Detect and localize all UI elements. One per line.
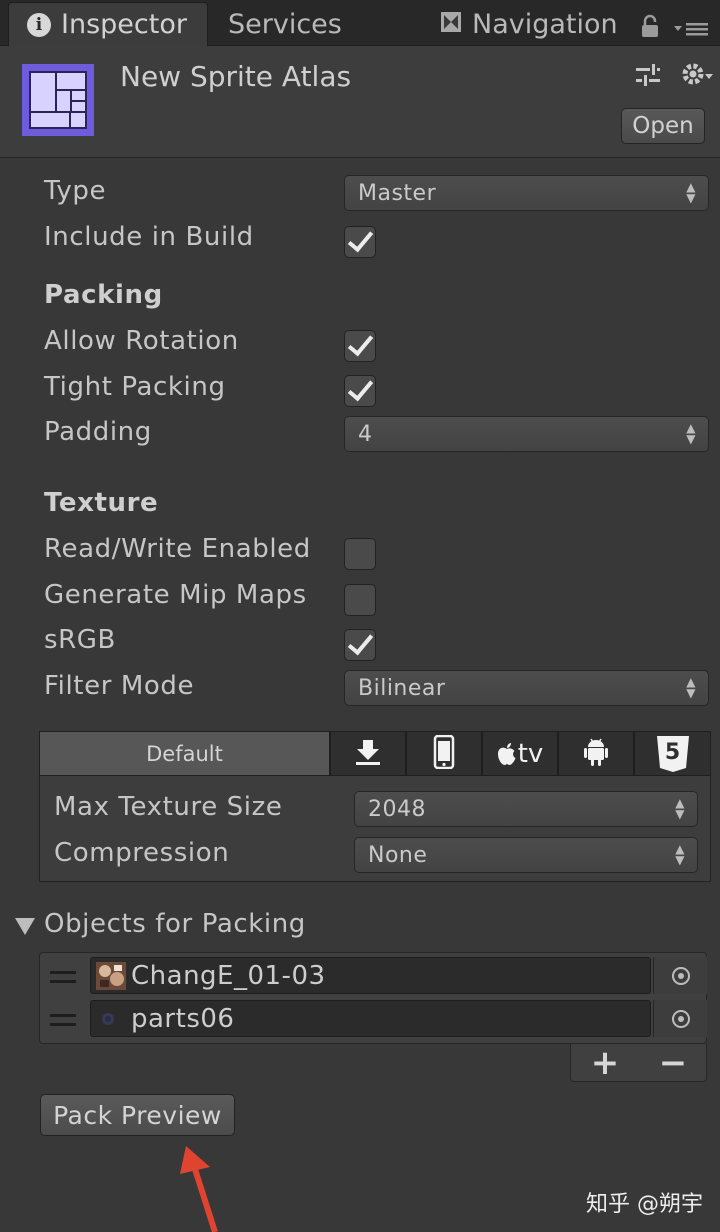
tab-services[interactable]: Services (228, 2, 342, 46)
ios-device-icon (433, 734, 455, 773)
info-icon: i (27, 12, 51, 37)
packing-heading: Packing (44, 280, 163, 310)
max-texture-size-dropdown[interactable]: 2048 ▲ ▼ (354, 791, 698, 827)
platform-tab-android[interactable] (558, 731, 634, 776)
object-picker-button[interactable] (653, 957, 707, 994)
tab-menu-icon[interactable] (674, 20, 710, 42)
object-picker-icon (671, 1009, 690, 1028)
object-picker-icon (671, 966, 690, 985)
asset-header: New Sprite Atlas Open (0, 46, 720, 158)
dropdown-arrows-icon: ▲ ▼ (686, 421, 696, 446)
dropdown-arrows-icon: ▲ ▼ (675, 796, 685, 821)
dropdown-arrows-icon: ▲ ▼ (686, 675, 696, 700)
objects-list: ChangE_01-03 parts06 (39, 952, 707, 1044)
drag-handle-icon[interactable] (50, 1014, 76, 1026)
max-texture-size-label: Max Texture Size (54, 792, 283, 822)
filter-mode-dropdown[interactable]: Bilinear ▲ ▼ (344, 670, 709, 706)
platform-tab-default-label: Default (146, 741, 223, 766)
list-item[interactable]: ChangE_01-03 (40, 955, 707, 996)
srgb-label: sRGB (44, 625, 116, 655)
android-icon (583, 737, 609, 771)
object-field[interactable]: parts06 (90, 1000, 651, 1037)
mip-maps-label: Generate Mip Maps (44, 580, 307, 610)
navigation-icon (440, 9, 462, 40)
dropdown-arrows-icon: ▲ ▼ (686, 180, 696, 205)
remove-item-button[interactable]: − (639, 1043, 707, 1083)
padding-dropdown[interactable]: 4 ▲ ▼ (344, 416, 709, 452)
list-item[interactable]: parts06 (40, 998, 707, 1039)
platform-tab-ios[interactable] (406, 731, 482, 776)
drag-handle-icon[interactable] (50, 971, 76, 983)
padding-value: 4 (358, 421, 373, 447)
platform-tab-webgl[interactable]: 5 (634, 731, 711, 776)
apple-tv-label: tv (517, 738, 544, 769)
platform-tabs: Default tv 5 (39, 731, 711, 776)
texture-heading: Texture (44, 488, 159, 518)
tab-navigation[interactable]: Navigation (440, 2, 618, 46)
include-in-build-label: Include in Build (44, 222, 254, 252)
max-texture-size-value: 2048 (368, 796, 426, 822)
download-icon (353, 737, 383, 771)
type-label: Type (44, 176, 107, 206)
platform-tab-standalone[interactable] (330, 731, 406, 776)
compression-label: Compression (54, 838, 230, 868)
tab-services-label: Services (228, 8, 342, 40)
lock-icon[interactable] (640, 14, 660, 42)
html5-label: 5 (664, 739, 681, 765)
compression-value: None (368, 842, 428, 868)
platform-tab-apple-tv[interactable]: tv (482, 731, 558, 776)
tab-inspector-label: Inspector (61, 9, 187, 40)
apple-tv-icon: tv (497, 738, 544, 769)
asset-title: New Sprite Atlas (120, 60, 352, 93)
type-value: Master (358, 180, 437, 206)
open-button[interactable]: Open (621, 108, 705, 144)
filter-mode-value: Bilinear (358, 675, 446, 701)
tab-navigation-label: Navigation (472, 8, 618, 40)
srgb-checkbox[interactable] (344, 629, 376, 661)
platform-tab-default[interactable]: Default (39, 731, 330, 776)
object-field[interactable]: ChangE_01-03 (90, 957, 651, 994)
compression-dropdown[interactable]: None ▲ ▼ (354, 837, 698, 873)
padding-label: Padding (44, 417, 152, 447)
read-write-checkbox[interactable] (344, 538, 376, 570)
pack-preview-button[interactable]: Pack Preview (40, 1094, 235, 1136)
mip-maps-checkbox[interactable] (344, 584, 376, 616)
allow-rotation-label: Allow Rotation (44, 326, 239, 356)
add-item-button[interactable]: + (571, 1043, 639, 1083)
watermark: 知乎 @朔宇 (586, 1192, 703, 1217)
filter-mode-label: Filter Mode (44, 671, 195, 701)
sprite-thumbnail-icon (102, 1013, 114, 1025)
tight-packing-checkbox[interactable] (344, 375, 376, 407)
objects-for-packing-heading[interactable]: Objects for Packing (44, 909, 306, 939)
include-in-build-checkbox[interactable] (344, 226, 376, 258)
preset-icon[interactable] (634, 62, 662, 94)
list-footer: + − (570, 1043, 707, 1083)
type-dropdown[interactable]: Master ▲ ▼ (344, 175, 709, 211)
object-picker-button[interactable] (653, 1000, 707, 1037)
sprite-atlas-icon (22, 64, 94, 136)
settings-gear-icon[interactable] (680, 60, 716, 94)
window-tab-bar: i Inspector Services Navigation (0, 0, 720, 46)
tab-inspector[interactable]: i Inspector (8, 2, 208, 46)
object-name: parts06 (131, 1003, 235, 1034)
object-name: ChangE_01-03 (131, 960, 326, 991)
dropdown-arrows-icon: ▲ ▼ (675, 842, 685, 867)
foldout-triangle-icon[interactable] (14, 916, 36, 940)
annotation-arrow (170, 1144, 250, 1232)
html5-icon: 5 (656, 735, 690, 773)
allow-rotation-checkbox[interactable] (344, 330, 376, 362)
read-write-label: Read/Write Enabled (44, 534, 311, 564)
tight-packing-label: Tight Packing (44, 372, 226, 402)
sprite-thumbnail-icon (96, 962, 126, 990)
